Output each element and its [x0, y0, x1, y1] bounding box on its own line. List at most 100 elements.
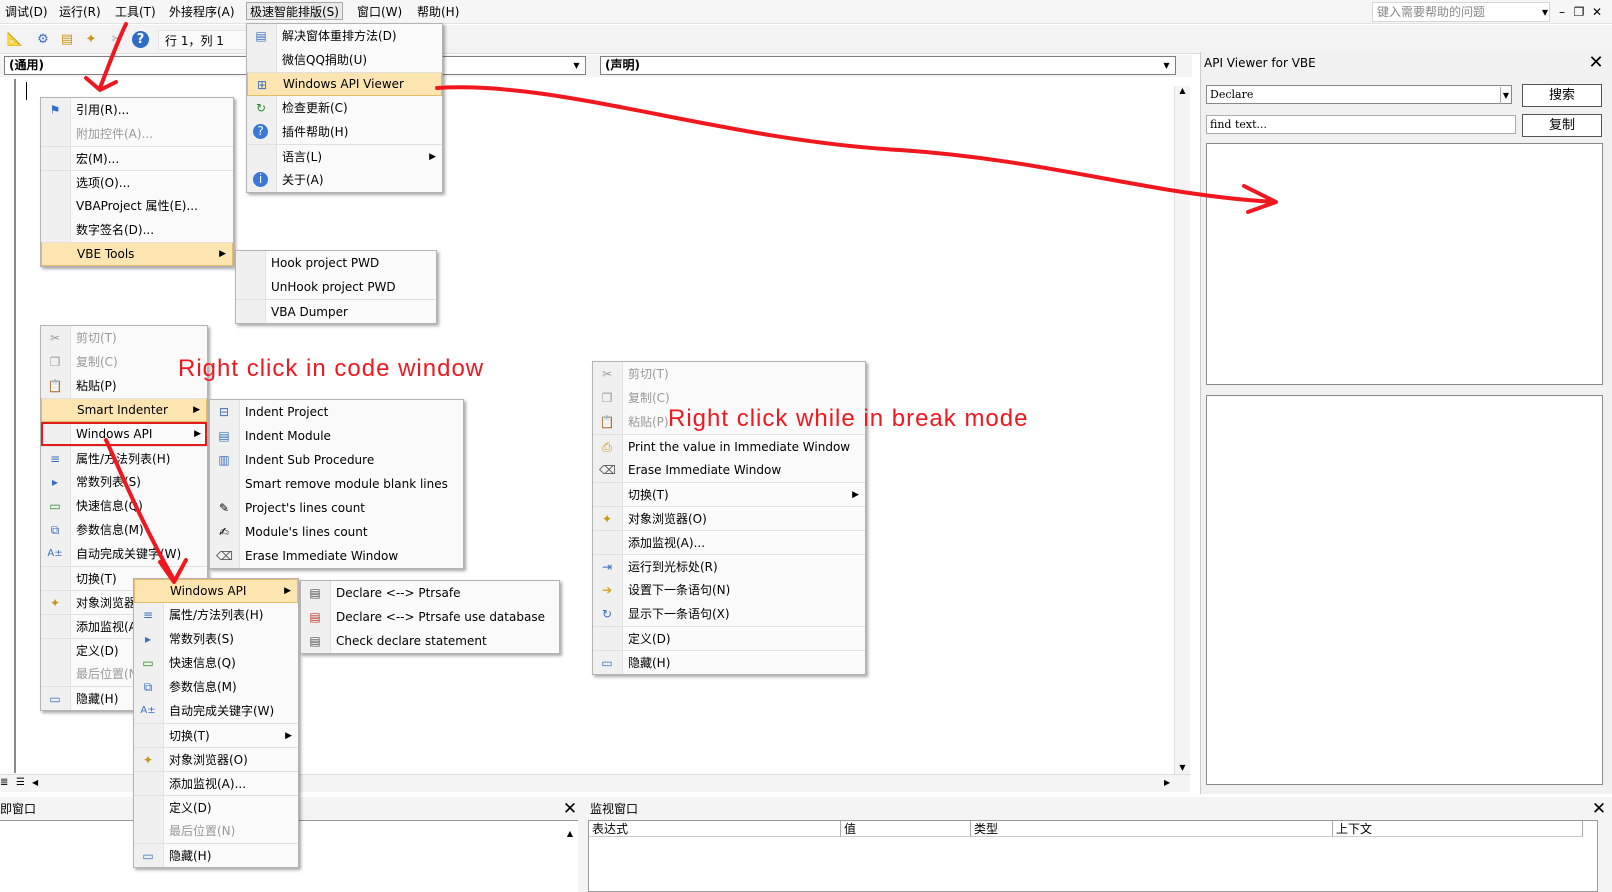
vertical-scrollbar[interactable]: ▲ ▼: [1174, 86, 1190, 774]
design-mode-icon[interactable]: 📐: [6, 31, 24, 49]
menu-item-project-properties[interactable]: VBAProject 属性(E)...: [41, 194, 233, 218]
object-browser-icon[interactable]: ✦: [82, 31, 100, 49]
menu-item-windows-api[interactable]: Windows API ▶: [134, 579, 298, 603]
project-icon[interactable]: ⚙: [34, 31, 52, 49]
menu-item-vbe-tools[interactable]: VBE Tools ▶: [41, 242, 233, 266]
chevron-down-icon[interactable]: ▼: [1499, 87, 1509, 104]
toolbox-icon[interactable]: ✂: [108, 31, 126, 49]
watch-col-type[interactable]: 类型: [971, 821, 1333, 837]
menu-item-hide[interactable]: ▭ 隐藏(H): [593, 650, 865, 674]
menu-item-hook-pwd[interactable]: Hook project PWD: [236, 251, 436, 275]
close-icon[interactable]: ✕: [561, 800, 579, 818]
combo-arrow-icon[interactable]: ▼: [570, 59, 583, 72]
menu-window[interactable]: 窗口(W): [354, 3, 405, 21]
menu-item-options[interactable]: 选项(O)...: [41, 170, 233, 194]
watch-col-value[interactable]: 值: [841, 821, 971, 837]
menu-item-cut[interactable]: ✂ 剪切(T): [41, 326, 207, 350]
menu-item-definition[interactable]: 定义(D): [134, 795, 298, 819]
menu-item-quick-info[interactable]: ▭ 快速信息(Q): [41, 494, 207, 518]
menu-item-definition[interactable]: 定义(D): [593, 626, 865, 650]
menu-item-donate[interactable]: 微信QQ捐助(U): [247, 48, 442, 72]
menu-item-list-members[interactable]: ≡ 属性/方法列表(H): [41, 446, 207, 470]
scroll-up-icon[interactable]: ▲: [562, 829, 578, 838]
copy-button[interactable]: 复制: [1522, 114, 1602, 137]
close-icon[interactable]: ✕: [1590, 4, 1604, 20]
menu-item-add-watch[interactable]: 添加监视(A)...: [134, 771, 298, 795]
menu-item-about[interactable]: i 关于(A): [247, 168, 442, 192]
menu-item-form-fix[interactable]: ▤ 解决窗体重排方法(D): [247, 24, 442, 48]
menu-item-remove-blank-lines[interactable]: Smart remove module blank lines: [210, 472, 463, 496]
menu-item-set-next[interactable]: ➔ 设置下一条语句(N): [593, 578, 865, 602]
menu-item-smart-indenter[interactable]: Smart Indenter ▶: [41, 398, 207, 422]
menu-item-indent-module[interactable]: ▤ Indent Module: [210, 424, 463, 448]
full-module-view-icon[interactable]: ≣: [0, 777, 8, 788]
menu-item-run-to-cursor[interactable]: ⇥ 运行到光标处(R): [593, 554, 865, 578]
help-search-input[interactable]: 键入需要帮助的问题: [1372, 2, 1550, 22]
menu-item-add-watch[interactable]: 添加监视(A)...: [593, 530, 865, 554]
menu-debug[interactable]: 调试(D): [2, 3, 51, 21]
menu-item-indent-sub[interactable]: ▥ Indent Sub Procedure: [210, 448, 463, 472]
close-icon[interactable]: ✕: [1586, 53, 1606, 73]
menu-item-erase-immediate[interactable]: ⌫ Erase Immediate Window: [593, 458, 865, 482]
menu-item-plugin-help[interactable]: ? 插件帮助(H): [247, 120, 442, 144]
scroll-right-icon[interactable]: ▶: [1164, 778, 1170, 787]
menu-item-project-lines-count[interactable]: ✎ Project's lines count: [210, 496, 463, 520]
dropdown-arrow-icon[interactable]: ▾: [1538, 4, 1552, 20]
menu-item-check-declare[interactable]: ▤ Check declare statement: [301, 629, 559, 653]
menu-tools[interactable]: 工具(T): [112, 3, 159, 21]
menu-item-vba-dumper[interactable]: VBA Dumper: [236, 299, 436, 323]
menu-item-indent-project[interactable]: ⊟ Indent Project: [210, 400, 463, 424]
menu-item-complete-word[interactable]: A± 自动完成关键字(W): [41, 542, 207, 566]
menu-item-list-members[interactable]: ≡ 属性/方法列表(H): [134, 603, 298, 627]
scroll-down-icon[interactable]: ▼: [1175, 763, 1190, 772]
menu-item-object-browser[interactable]: ✦ 对象浏览器(O): [593, 506, 865, 530]
minimize-icon[interactable]: –: [1555, 4, 1569, 20]
watch-window[interactable]: 表达式 值 类型 上下文: [588, 820, 1598, 892]
api-declaration-box[interactable]: [1206, 395, 1603, 785]
menu-item-print-immediate[interactable]: ⎙ Print the value in Immediate Window: [593, 434, 865, 458]
api-results-list[interactable]: [1206, 143, 1603, 385]
menu-item-unhook-pwd[interactable]: UnHook project PWD: [236, 275, 436, 299]
menu-item-declare-ptrsafe-db[interactable]: ▤ Declare <--> Ptrsafe use database: [301, 605, 559, 629]
menu-item-windows-api[interactable]: Windows API ▶: [41, 422, 207, 446]
menu-smart-format[interactable]: 极速智能排版(S): [246, 2, 343, 20]
menu-item-parameter-info[interactable]: ⧉ 参数信息(M): [134, 675, 298, 699]
menu-item-declare-ptrsafe[interactable]: ▤ Declare <--> Ptrsafe: [301, 581, 559, 605]
watch-col-context[interactable]: 上下文: [1333, 821, 1583, 837]
menu-help[interactable]: 帮助(H): [414, 3, 462, 21]
procedure-combo[interactable]: (声明) ▼: [600, 56, 1176, 75]
menu-item-macros[interactable]: 宏(M)...: [41, 146, 233, 170]
scroll-left-icon[interactable]: ◀: [32, 778, 38, 787]
menu-item-module-lines-count[interactable]: ✍ Module's lines count: [210, 520, 463, 544]
menu-item-complete-word[interactable]: A± 自动完成关键字(W): [134, 699, 298, 723]
menu-item-object-browser[interactable]: ✦ 对象浏览器(O): [134, 747, 298, 771]
menu-item-quick-info[interactable]: ▭ 快速信息(Q): [134, 651, 298, 675]
menu-item-language[interactable]: 语言(L) ▶: [247, 144, 442, 168]
menu-item-erase-immediate[interactable]: ⌫ Erase Immediate Window: [210, 544, 463, 568]
menu-item-parameter-info[interactable]: ⧉ 参数信息(M): [41, 518, 207, 542]
menu-item-toggle[interactable]: 切换(T) ▶: [134, 723, 298, 747]
api-search-input[interactable]: find text...: [1206, 115, 1516, 134]
menu-item-api-viewer[interactable]: ⊞ Windows API Viewer: [247, 72, 442, 96]
combo-arrow-icon[interactable]: ▼: [1160, 59, 1173, 72]
menu-item-show-next[interactable]: ↻ 显示下一条语句(X): [593, 602, 865, 626]
menu-item-last-position[interactable]: 最后位置(N): [134, 819, 298, 843]
menu-item-hide[interactable]: ▭ 隐藏(H): [134, 843, 298, 867]
procedure-view-icon[interactable]: ☰: [16, 777, 25, 788]
menu-item-list-constants[interactable]: ▸ 常数列表(S): [134, 627, 298, 651]
help-icon[interactable]: ?: [132, 31, 149, 48]
search-button[interactable]: 搜索: [1522, 84, 1602, 107]
menu-item-cut[interactable]: ✂ 剪切(T): [593, 362, 865, 386]
properties-icon[interactable]: ▤: [58, 31, 76, 49]
menu-run[interactable]: 运行(R): [56, 3, 104, 21]
restore-icon[interactable]: ❐: [1572, 4, 1586, 20]
menu-addins[interactable]: 外接程序(A): [166, 3, 238, 21]
api-type-select[interactable]: Declare ▼: [1206, 85, 1512, 104]
menu-item-list-constants[interactable]: ▸ 常数列表(S): [41, 470, 207, 494]
menu-item-toggle[interactable]: 切换(T) ▶: [593, 482, 865, 506]
menu-item-additional-controls[interactable]: 附加控件(A)...: [41, 122, 233, 146]
menu-item-references[interactable]: ⚑ 引用(R)...: [41, 98, 233, 122]
close-icon[interactable]: ✕: [1590, 800, 1608, 818]
menu-item-check-update[interactable]: ↻ 检查更新(C): [247, 96, 442, 120]
watch-col-expression[interactable]: 表达式: [589, 821, 841, 837]
